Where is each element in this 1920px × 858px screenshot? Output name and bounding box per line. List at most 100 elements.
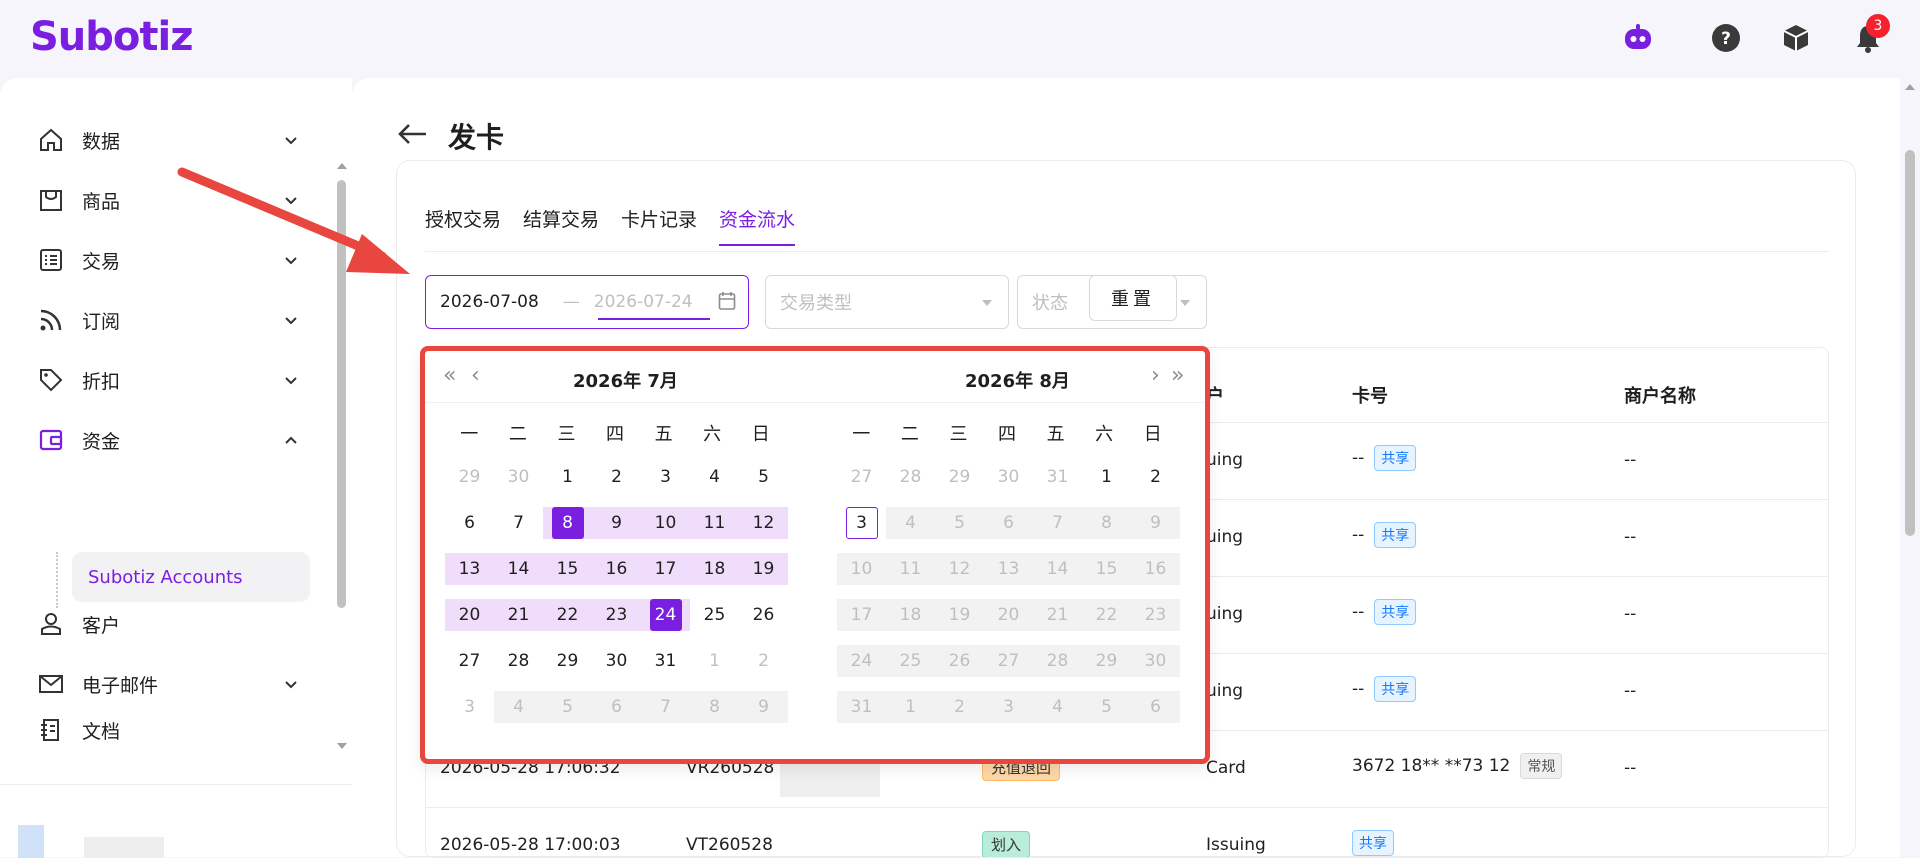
tab-settlement[interactable]: 结算交易	[523, 205, 599, 246]
scroll-up-icon[interactable]	[334, 160, 350, 172]
sidebar-item-subscriptions[interactable]: 订阅	[36, 298, 306, 342]
calendar-day[interactable]: 8	[690, 691, 739, 723]
calendar-day[interactable]: 23	[1131, 599, 1180, 631]
calendar-day[interactable]: 29	[445, 461, 494, 493]
calendar-day[interactable]: 3	[445, 691, 494, 723]
transaction-type-select[interactable]: 交易类型	[765, 275, 1009, 329]
calendar-day[interactable]: 5	[739, 461, 788, 493]
calendar-day[interactable]: 29	[1082, 645, 1131, 677]
calendar-day[interactable]: 14	[494, 553, 543, 585]
start-date-input[interactable]: 2026-07-08	[440, 292, 539, 312]
calendar-day[interactable]: 6	[445, 507, 494, 539]
sidebar-item-customers[interactable]: 客户	[36, 602, 306, 646]
calendar-day[interactable]: 1	[543, 461, 592, 493]
calendar-day[interactable]: 15	[1082, 553, 1131, 585]
notification-bell-icon[interactable]: 3	[1850, 14, 1890, 56]
calendar-day[interactable]: 2	[592, 461, 641, 493]
calendar-day[interactable]: 6	[984, 507, 1033, 539]
help-icon[interactable]: ?	[1708, 20, 1744, 56]
calendar-day[interactable]: 27	[445, 645, 494, 677]
calendar-day[interactable]: 3	[984, 691, 1033, 723]
calendar-day[interactable]: 8	[543, 507, 592, 539]
next-month-icon[interactable]: ›	[1151, 363, 1160, 388]
calendar-day[interactable]: 13	[984, 553, 1033, 585]
prev-year-icon[interactable]: «	[443, 363, 456, 388]
calendar-day[interactable]: 21	[494, 599, 543, 631]
calendar-day[interactable]: 19	[739, 553, 788, 585]
calendar-day[interactable]: 4	[1033, 691, 1082, 723]
calendar-day[interactable]: 7	[641, 691, 690, 723]
sidebar-account-footer[interactable]	[0, 784, 352, 858]
calendar-day[interactable]: 20	[984, 599, 1033, 631]
date-range-picker[interactable]: 2026-07-08 — 2026-07-24	[425, 275, 749, 329]
next-year-icon[interactable]: »	[1171, 363, 1184, 388]
calendar-day[interactable]: 9	[592, 507, 641, 539]
calendar-day[interactable]: 31	[1033, 461, 1082, 493]
calendar-day[interactable]: 20	[445, 599, 494, 631]
calendar-day[interactable]: 29	[543, 645, 592, 677]
calendar-day[interactable]: 5	[1082, 691, 1131, 723]
main-scrollbar[interactable]	[1900, 78, 1920, 857]
assistant-bot-icon[interactable]	[1620, 20, 1656, 56]
calendar-day[interactable]: 9	[1131, 507, 1180, 539]
calendar-day[interactable]: 11	[886, 553, 935, 585]
calendar-day[interactable]: 25	[886, 645, 935, 677]
calendar-day[interactable]: 2	[1131, 461, 1180, 493]
right-month-title[interactable]: 2026年 8月	[965, 367, 1070, 393]
scroll-up-icon[interactable]	[1900, 80, 1920, 94]
calendar-day[interactable]: 28	[494, 645, 543, 677]
calendar-day[interactable]: 30	[592, 645, 641, 677]
calendar-day[interactable]: 9	[739, 691, 788, 723]
calendar-day[interactable]: 12	[739, 507, 788, 539]
calendar-day[interactable]: 5	[543, 691, 592, 723]
main-scroll-thumb[interactable]	[1905, 150, 1915, 536]
calendar-day[interactable]: 23	[592, 599, 641, 631]
calendar-day[interactable]: 3	[641, 461, 690, 493]
calendar-day[interactable]: 30	[984, 461, 1033, 493]
calendar-day[interactable]: 30	[1131, 645, 1180, 677]
calendar-day[interactable]: 6	[592, 691, 641, 723]
calendar-day[interactable]: 2	[935, 691, 984, 723]
calendar-day[interactable]: 17	[641, 553, 690, 585]
sidebar-subitem-subotiz-accounts[interactable]: Subotiz Accounts	[72, 552, 310, 602]
calendar-day[interactable]: 31	[837, 691, 886, 723]
calendar-day[interactable]: 3	[837, 507, 886, 539]
sidebar-scroll-thumb[interactable]	[337, 180, 346, 608]
calendar-day[interactable]: 15	[543, 553, 592, 585]
calendar-day[interactable]: 18	[886, 599, 935, 631]
calendar-day[interactable]: 4	[690, 461, 739, 493]
calendar-day[interactable]: 1	[690, 645, 739, 677]
tab-fund-flow[interactable]: 资金流水	[719, 205, 796, 246]
calendar-day[interactable]: 6	[1131, 691, 1180, 723]
tab-card-records[interactable]: 卡片记录	[621, 205, 697, 246]
calendar-day[interactable]: 7	[494, 507, 543, 539]
calendar-day[interactable]: 27	[837, 461, 886, 493]
prev-month-icon[interactable]: ‹	[471, 363, 480, 388]
sidebar-item-products[interactable]: 商品	[36, 178, 306, 222]
reset-button[interactable]: 重置	[1089, 275, 1177, 321]
calendar-day[interactable]: 1	[1082, 461, 1131, 493]
calendar-day[interactable]: 24	[641, 599, 690, 631]
calendar-day[interactable]: 16	[1131, 553, 1180, 585]
sidebar-item-data[interactable]: 数据	[36, 118, 306, 162]
calendar-day[interactable]: 28	[886, 461, 935, 493]
calendar-day[interactable]: 30	[494, 461, 543, 493]
calendar-day[interactable]: 26	[739, 599, 788, 631]
calendar-day[interactable]: 1	[886, 691, 935, 723]
sidebar-item-docs[interactable]: 文档	[36, 708, 306, 752]
calendar-icon[interactable]	[718, 291, 736, 316]
tab-authorization[interactable]: 授权交易	[425, 205, 501, 246]
calendar-day[interactable]: 13	[445, 553, 494, 585]
calendar-day[interactable]: 10	[641, 507, 690, 539]
calendar-day[interactable]: 22	[543, 599, 592, 631]
calendar-day[interactable]: 12	[935, 553, 984, 585]
calendar-day[interactable]: 17	[837, 599, 886, 631]
back-arrow-icon[interactable]	[396, 122, 428, 150]
sidebar-item-funds[interactable]: 资金	[36, 418, 306, 462]
left-month-title[interactable]: 2026年 7月	[573, 367, 678, 393]
app-logo[interactable]: Subotiz	[30, 14, 194, 60]
calendar-day[interactable]: 5	[935, 507, 984, 539]
package-icon[interactable]	[1778, 20, 1814, 56]
calendar-day[interactable]: 31	[641, 645, 690, 677]
calendar-day[interactable]: 22	[1082, 599, 1131, 631]
